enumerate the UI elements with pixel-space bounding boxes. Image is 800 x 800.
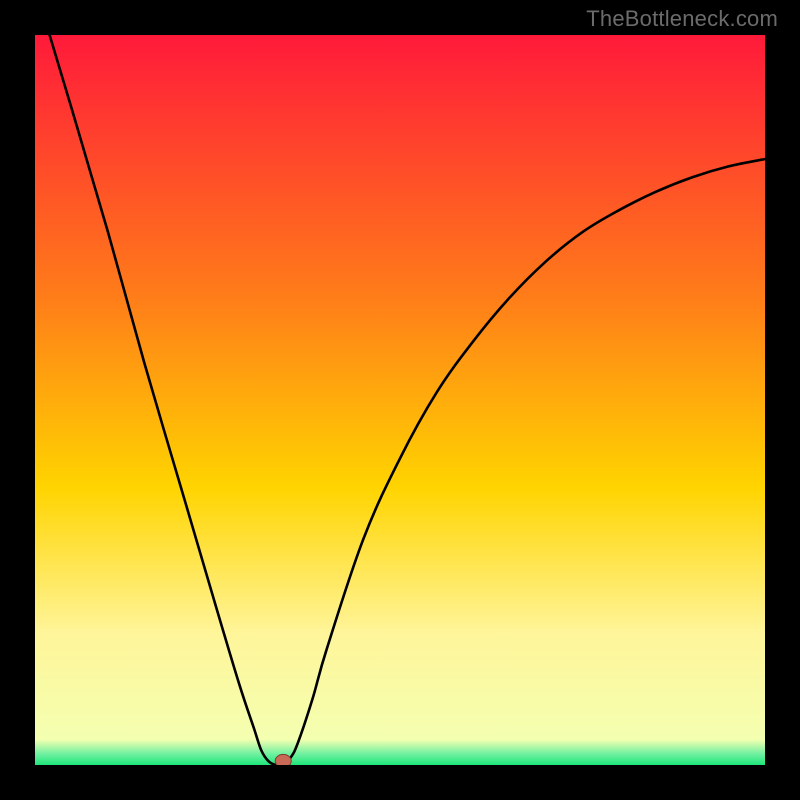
watermark-text: TheBottleneck.com (586, 6, 778, 32)
gradient-background (35, 35, 765, 765)
bottleneck-chart (35, 35, 765, 765)
plot-area (35, 35, 765, 765)
optimal-point-marker (275, 754, 291, 765)
chart-frame: TheBottleneck.com (0, 0, 800, 800)
